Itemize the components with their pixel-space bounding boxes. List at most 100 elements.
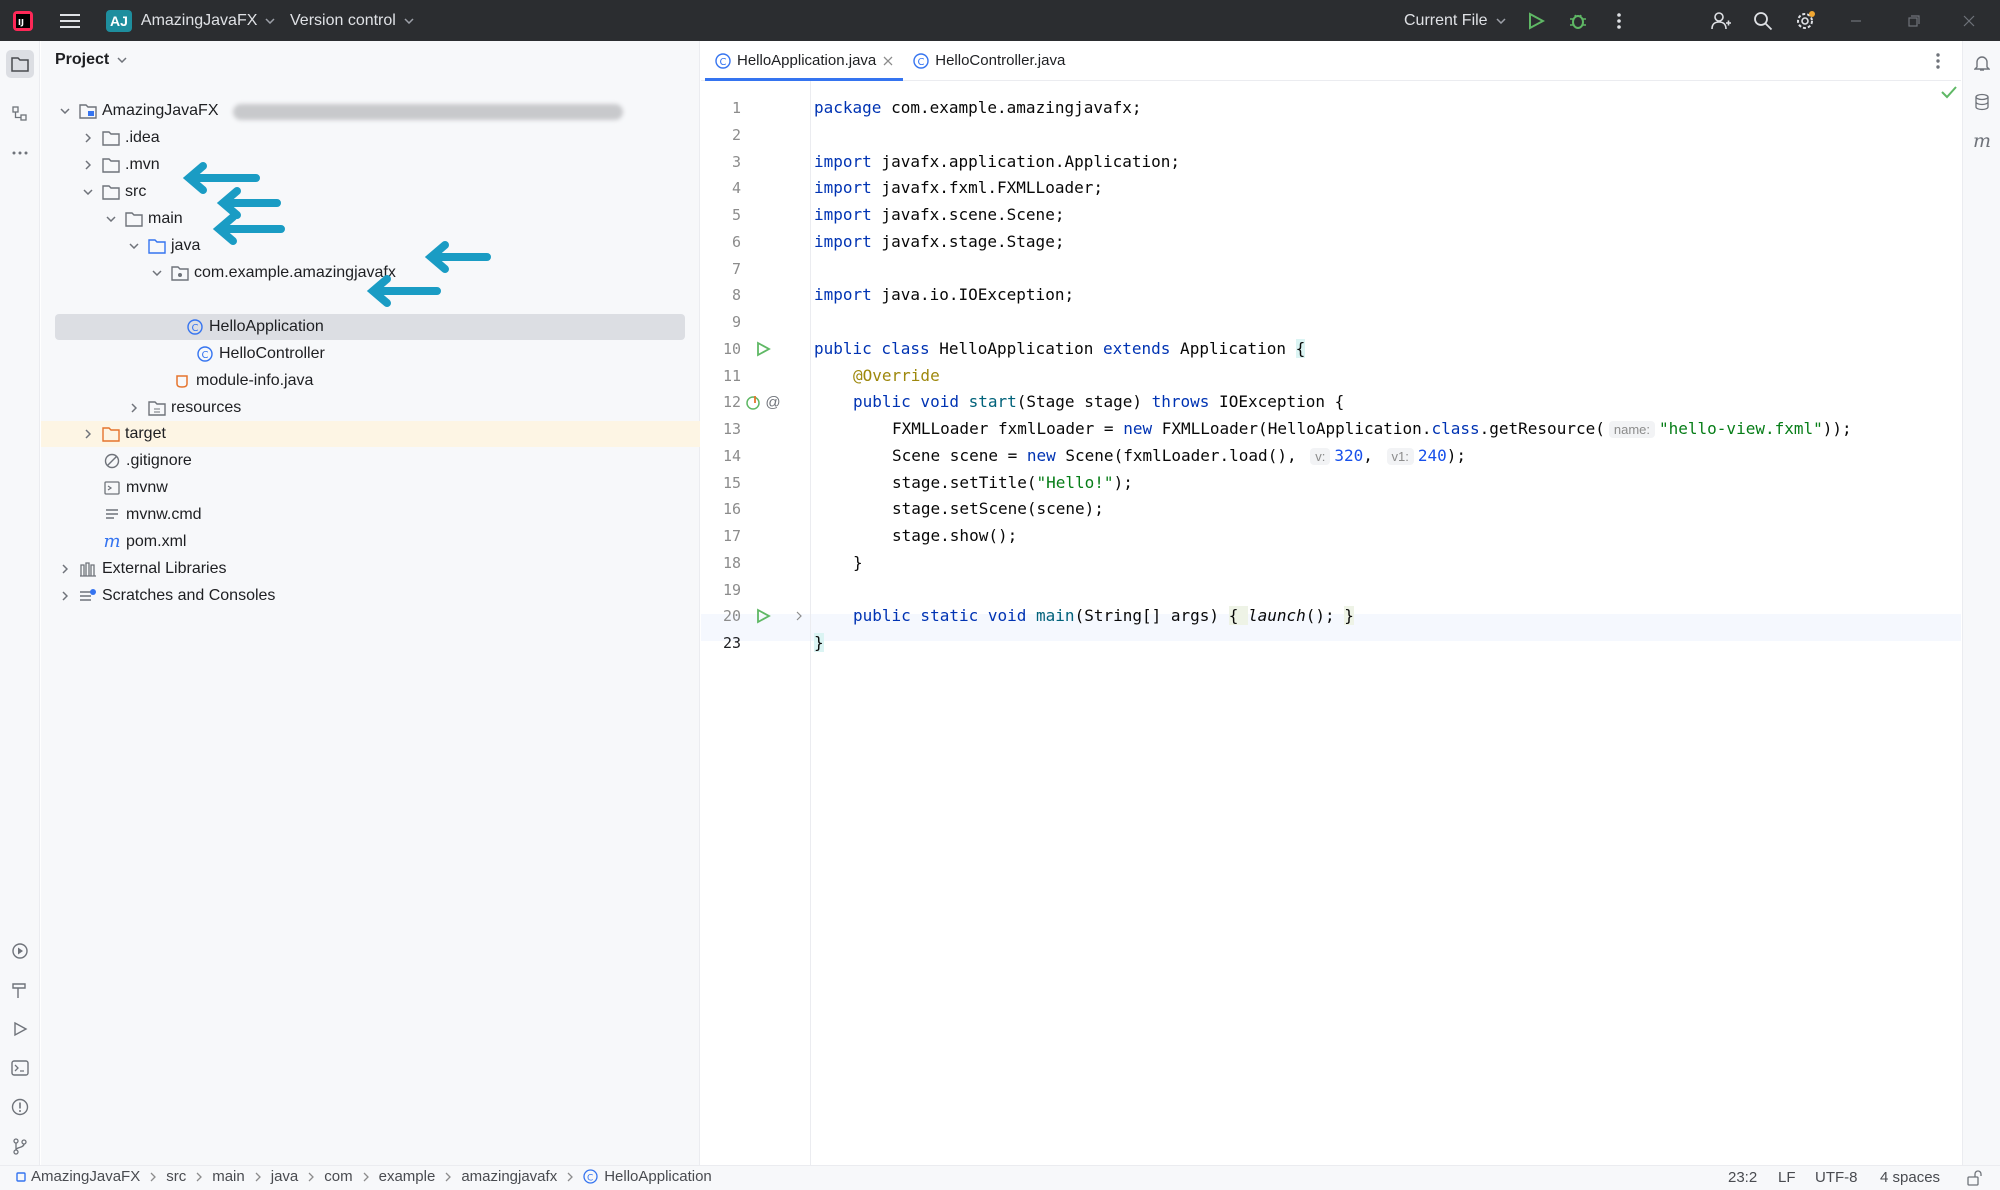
editor-tabs: C HelloApplication.java C HelloControlle… bbox=[701, 41, 1961, 81]
breadcrumb-item[interactable]: AmazingJavaFX bbox=[31, 1168, 140, 1185]
breadcrumb-item[interactable]: java bbox=[271, 1168, 299, 1185]
chevron-right-icon bbox=[445, 1172, 452, 1182]
line-number: 6 bbox=[731, 232, 741, 251]
tree-node-label: External Libraries bbox=[102, 560, 227, 577]
code-line: } bbox=[853, 552, 863, 572]
indent-setting[interactable]: 4 spaces bbox=[1880, 1169, 1940, 1186]
run-config-selector[interactable]: Current File bbox=[1404, 0, 1506, 41]
terminal-icon[interactable] bbox=[6, 1054, 34, 1082]
chevron-right-icon[interactable] bbox=[80, 426, 96, 442]
restore-icon[interactable] bbox=[1907, 0, 1921, 41]
line-number: 1 bbox=[731, 99, 741, 117]
tree-node-resources[interactable]: resources bbox=[41, 395, 700, 421]
tree-node-label: resources bbox=[171, 399, 242, 416]
svg-text:C: C bbox=[918, 57, 925, 68]
code-line: } bbox=[814, 633, 824, 652]
code-with-me-icon[interactable] bbox=[1711, 0, 1731, 41]
tree-node-pom[interactable]: m pom.xml bbox=[41, 529, 700, 555]
resources-folder-icon bbox=[148, 399, 166, 417]
tree-node-gitignore[interactable]: .gitignore bbox=[41, 448, 700, 474]
services-icon[interactable] bbox=[6, 937, 34, 965]
breadcrumb-item[interactable]: HelloApplication bbox=[604, 1168, 712, 1185]
tree-node-label: Scratches and Consoles bbox=[102, 587, 276, 604]
problems-icon[interactable] bbox=[6, 1093, 34, 1121]
code-line: stage.show(); bbox=[892, 526, 1018, 545]
file-encoding[interactable]: UTF-8 bbox=[1815, 1169, 1858, 1186]
tree-node-label: pom.xml bbox=[126, 533, 187, 550]
debug-icon[interactable] bbox=[1568, 0, 1588, 41]
tree-node-scratches[interactable]: Scratches and Consoles bbox=[41, 583, 700, 609]
more-actions-icon[interactable] bbox=[1616, 0, 1622, 41]
line-number: 20 bbox=[722, 607, 741, 626]
tree-node-label: .gitignore bbox=[126, 452, 192, 469]
inspection-ok-check-icon[interactable] bbox=[1941, 85, 1957, 99]
project-tool-folder-icon[interactable] bbox=[6, 50, 34, 78]
arrow-icon bbox=[366, 275, 441, 307]
chevron-down-icon bbox=[1496, 17, 1506, 24]
breadcrumb-item[interactable]: amazingjavafx bbox=[461, 1168, 557, 1185]
line-number: 11 bbox=[722, 366, 741, 385]
line-separator[interactable]: LF bbox=[1778, 1169, 1796, 1186]
more-tools-icon[interactable] bbox=[6, 139, 34, 167]
title-bar: IJ AJ AmazingJavaFX Version control Curr… bbox=[0, 0, 2000, 41]
class-icon: C bbox=[913, 52, 929, 69]
close-tab-icon[interactable] bbox=[883, 56, 893, 66]
tab-hello-controller[interactable]: C HelloController.java bbox=[903, 41, 1075, 81]
chevron-right-icon[interactable] bbox=[57, 588, 73, 604]
line-number: 10 bbox=[722, 339, 741, 358]
search-icon[interactable] bbox=[1753, 0, 1773, 41]
chevron-right-icon[interactable] bbox=[126, 400, 142, 416]
tab-hello-application[interactable]: C HelloApplication.java bbox=[705, 41, 904, 81]
vcs-widget[interactable]: Version control bbox=[290, 0, 414, 41]
java-module-icon bbox=[173, 372, 191, 390]
breadcrumb-item[interactable]: com bbox=[324, 1168, 352, 1185]
main-menu-icon[interactable] bbox=[60, 0, 82, 41]
tree-node-mvnw-cmd[interactable]: mvnw.cmd bbox=[41, 502, 700, 528]
build-hammer-icon[interactable] bbox=[6, 976, 34, 1004]
tab-label: HelloApplication.java bbox=[737, 52, 877, 69]
tree-node-target[interactable]: target bbox=[41, 421, 700, 447]
close-icon[interactable] bbox=[1962, 0, 1976, 41]
fold-chevron-icon[interactable] bbox=[790, 607, 808, 625]
tree-node-mvnw[interactable]: mvnw bbox=[41, 475, 700, 501]
caret-position[interactable]: 23:2 bbox=[1728, 1169, 1757, 1186]
override-marker-icon[interactable] bbox=[744, 393, 762, 411]
database-icon[interactable] bbox=[1968, 88, 1996, 116]
intellij-logo[interactable]: IJ bbox=[12, 0, 34, 41]
run-gutter-icon[interactable] bbox=[754, 607, 772, 625]
tree-node-external-libraries[interactable]: External Libraries bbox=[41, 556, 700, 582]
git-branch-icon[interactable] bbox=[6, 1132, 34, 1160]
project-name: AmazingJavaFX bbox=[140, 11, 258, 29]
breadcrumb-item[interactable]: main bbox=[212, 1168, 245, 1185]
run-tool-icon[interactable] bbox=[6, 1015, 34, 1043]
maven-icon[interactable]: m bbox=[1968, 127, 1996, 155]
line-number: 19 bbox=[722, 580, 741, 599]
chevron-right-icon[interactable] bbox=[57, 561, 73, 577]
class-icon: C bbox=[715, 52, 731, 69]
read-only-lock-icon[interactable] bbox=[1966, 1170, 1982, 1186]
settings-gear-icon[interactable] bbox=[1794, 0, 1816, 41]
code-line: import java.io.IOException; bbox=[814, 285, 1075, 305]
line-number: 8 bbox=[731, 286, 741, 305]
status-bar: AmazingJavaFX src main java com example … bbox=[0, 1165, 2000, 1190]
reference-marker-icon[interactable]: @ bbox=[764, 393, 782, 411]
tree-node-module-info[interactable]: module-info.java bbox=[41, 368, 700, 394]
arrow-icon bbox=[424, 241, 491, 273]
code-line: public void start(Stage stage) throws IO… bbox=[853, 392, 1345, 412]
breadcrumb-item[interactable]: src bbox=[166, 1168, 186, 1185]
svg-text:C: C bbox=[587, 1174, 593, 1184]
notifications-bell-icon[interactable] bbox=[1968, 49, 1996, 77]
run-icon[interactable] bbox=[1527, 0, 1545, 41]
breadcrumb-item[interactable]: example bbox=[379, 1168, 436, 1185]
code-line: stage.setScene(scene); bbox=[892, 499, 1104, 519]
minimize-icon[interactable] bbox=[1849, 0, 1863, 41]
run-gutter-icon[interactable] bbox=[754, 340, 772, 358]
structure-icon[interactable] bbox=[6, 100, 34, 128]
parameter-hint: name: bbox=[1608, 421, 1655, 438]
run-config-label: Current File bbox=[1404, 11, 1488, 29]
line-number: 9 bbox=[731, 313, 741, 331]
tab-options-icon[interactable] bbox=[1935, 52, 1941, 70]
library-icon bbox=[79, 560, 97, 578]
project-widget[interactable]: AJ AmazingJavaFX bbox=[106, 0, 275, 41]
maven-icon: m bbox=[103, 531, 121, 552]
